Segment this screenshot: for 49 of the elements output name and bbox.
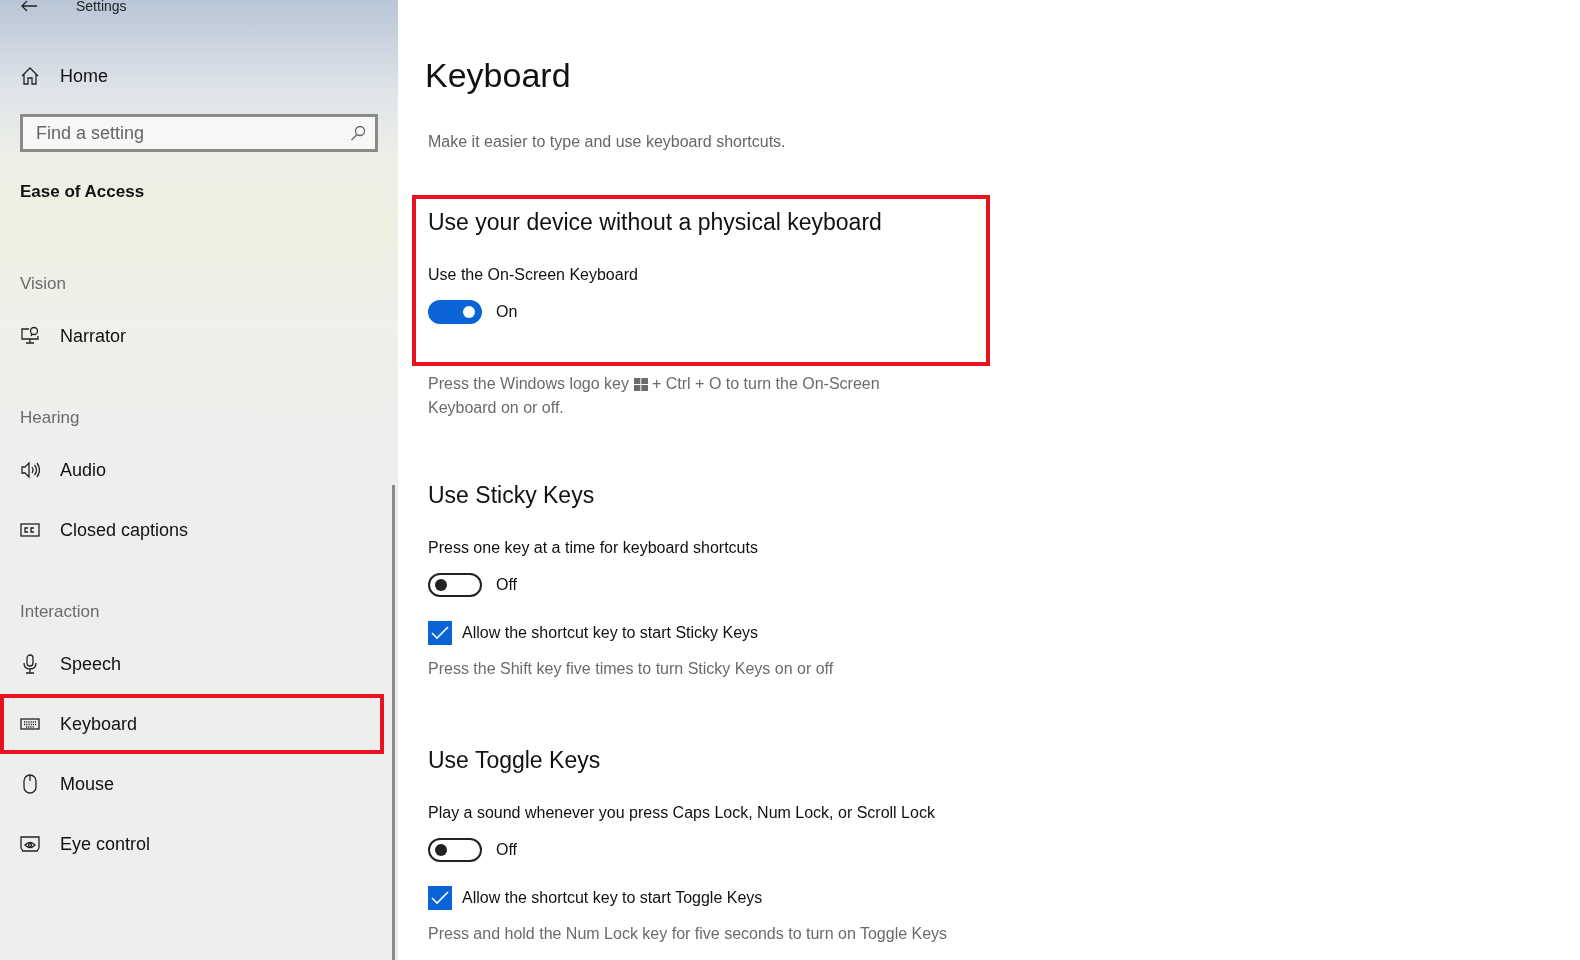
microphone-icon [20,654,40,674]
windows-logo-icon [634,377,648,391]
mouse-icon [20,774,40,794]
page-title: Keyboard [425,56,572,95]
group-title: Interaction [20,602,101,622]
checkbox-label: Allow the shortcut key to start Sticky Keys [462,624,759,642]
section-heading: Use your device without a physical keyboard [428,209,883,236]
toggle-state-text: Off [496,841,518,859]
toggle-state-text: On [496,303,518,321]
help-text: Press the Windows logo key [428,374,629,394]
keyboard-icon [20,717,40,731]
nav-item[interactable]: Keyboard [0,694,384,754]
group-title: Vision [20,274,67,294]
monitor-icon [20,326,40,346]
page-description: Make it easier to type and use keyboard shortcuts. [428,133,787,151]
help-text: Keyboard on or off. [428,398,564,418]
search-icon [350,125,366,141]
help-text: Press and hold the Num Lock key for five seconds to turn on Toggle Keys [428,924,949,944]
back-arrow-icon[interactable] [20,0,38,12]
toggle-switch[interactable] [428,573,482,597]
group-title: Hearing [20,408,81,428]
setting-label: Play a sound whenever you press Caps Lock, Num Lock, or Scroll Lock [428,804,936,822]
speaker-icon [20,460,40,480]
checkbox-label: Allow the shortcut key to start Toggle Keys [462,889,763,907]
nav-item[interactable]: Mouse [0,754,384,814]
window-title: Settings [76,0,127,14]
setting-label: Press one key at a time for keyboard shortcuts [428,539,759,557]
category-title: Ease of Access [20,182,146,202]
setting-label: Use the On-Screen Keyboard [428,266,639,284]
home-nav-item[interactable]: Home [0,46,384,106]
toggle-state-text: Off [496,576,518,594]
nav-item[interactable]: Speech [0,634,384,694]
scrollbar[interactable] [392,485,395,960]
help-text: Press the Shift key five times to turn Sticky Keys on or off [428,659,835,679]
nav-item[interactable]: Narrator [0,306,384,366]
checkbox[interactable] [428,621,452,645]
toggle-switch[interactable] [428,300,482,324]
nav-item[interactable]: Eye control [0,814,384,874]
eye-monitor-icon [20,835,40,853]
nav-item[interactable]: Closed captions [0,500,384,560]
section-heading: Use Toggle Keys [428,747,602,774]
help-text: + Ctrl + O to turn the On-Screen [652,374,880,394]
nav-item[interactable]: Audio [0,440,384,500]
home-icon [20,66,40,86]
toggle-switch[interactable] [428,838,482,862]
caption-icon [20,523,40,537]
checkbox[interactable] [428,886,452,910]
search-field[interactable]: Find a setting [20,114,378,152]
section-heading: Use Sticky Keys [428,482,596,509]
